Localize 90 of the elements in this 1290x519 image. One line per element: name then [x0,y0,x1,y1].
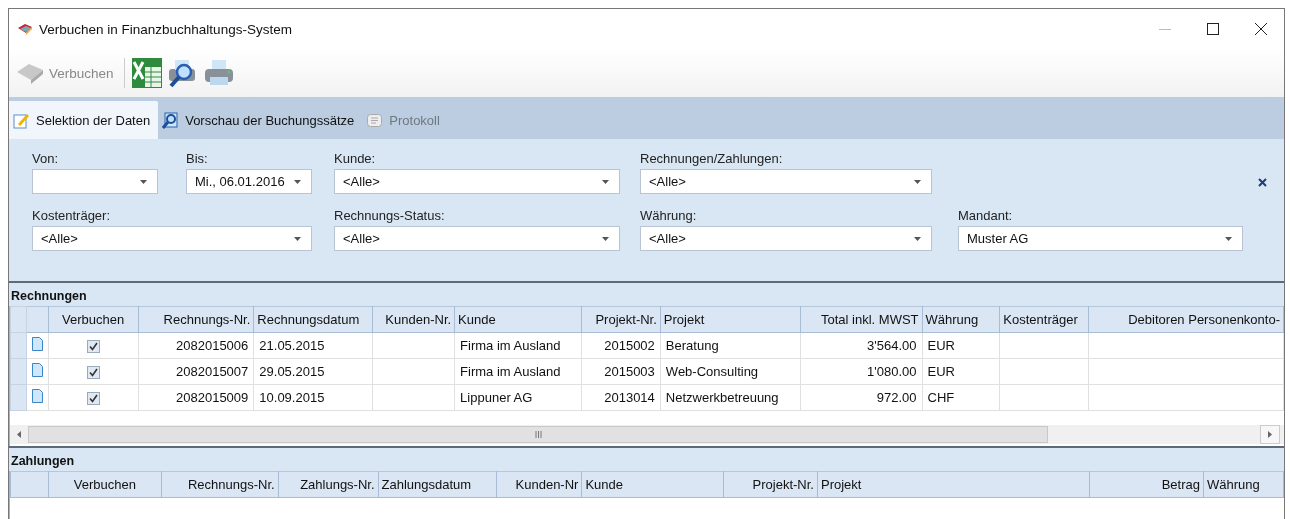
filter-label: Rechnungs-Status: [334,208,446,224]
column-header[interactable]: Total inkl. MWST [800,306,922,333]
preview-icon [162,111,180,129]
table-cell: Lippuner AG [460,390,533,405]
column-header[interactable]: Kunde [581,471,724,498]
column-header[interactable]: Zahlungs-Nr. [278,471,379,498]
filter-label: Mandant: [958,208,1014,224]
column-header[interactable]: Betrag [1089,471,1204,498]
column-header[interactable]: Kunden-Nr [497,471,582,498]
filter-label: Kostenträger: [32,208,112,224]
caret-icon [602,236,609,241]
table-cell: 3'564.00 [867,338,917,353]
column-header[interactable]: Rechnungsdatum [253,306,373,333]
table-cell: 29.05.2015 [259,364,325,379]
column-header[interactable]: Verbuchen [48,306,139,333]
filter-label: Kunde: [334,151,377,167]
dropdown-field[interactable]: <Alle> [32,226,312,251]
table-cell: EUR [927,364,955,379]
column-header[interactable]: Kostenträger [999,306,1089,333]
close-icon [1255,23,1267,35]
close-icon [1257,177,1267,187]
spreadsheet-icon[interactable] [130,57,163,89]
table-cell: 21.05.2015 [259,338,325,353]
filter-label: Währung: [640,208,698,224]
caret-icon [294,179,301,184]
column-header[interactable]: Rechnungs-Nr. [138,306,254,333]
message-icon [366,111,384,129]
checkbox[interactable] [86,392,100,406]
caret-icon [294,236,301,241]
column-header[interactable]: Projekt [660,306,801,333]
table-cell: 2082015007 [176,364,249,379]
table-cell: EUR [927,338,955,353]
column-header[interactable]: Kunde [454,306,582,333]
column-header[interactable]: Verbuchen [48,471,162,498]
document-icon [31,363,43,377]
column-header[interactable]: Projekt [817,471,1090,498]
table-cell: 1'080.00 [867,364,917,379]
column-header[interactable]: Kunden-Nr. [372,306,455,333]
caret-icon [1225,236,1232,241]
dropdown-field[interactable]: Mi., 06.01.2016 [186,169,312,194]
edit-icon [13,111,30,129]
column-header[interactable]: Währung [922,306,1000,333]
table-cell: CHF [927,390,955,405]
filter-label: Rechnungen/Zahlungen: [640,151,784,167]
checkbox[interactable] [86,366,100,380]
caret-icon [914,236,921,241]
filter-label: Von: [32,151,60,167]
table-cell: 972.00 [876,390,917,405]
table-cell: 2013014 [604,390,655,405]
dropdown-field[interactable]: <Alle> [640,169,932,194]
tab[interactable]: Vorschau der Buchungssätze [158,101,363,139]
document-icon [31,337,43,351]
section-title: Rechnungen [10,288,88,305]
tab[interactable]: Selektion der Daten [9,101,159,139]
column-header[interactable]: Projekt-Nr. [723,471,818,498]
column-header[interactable]: Währung [1203,471,1284,498]
column-header[interactable]: Projekt-Nr. [581,306,661,333]
maximize-icon [1207,23,1219,35]
window-title: Verbuchen in Finanzbuchhaltungs-System [39,21,292,37]
app-icon [17,21,33,37]
table-cell: Netzwerkbetreuung [665,390,779,405]
dropdown-field[interactable]: <Alle> [334,226,620,251]
table-cell: 2082015006 [176,338,249,353]
table-cell: 2015002 [604,338,655,353]
table-cell: Web-Consulting [665,364,759,379]
table-cell: Firma im Ausland [460,364,561,379]
table-cell: Beratung [665,338,719,353]
section-title: Zahlungen [10,453,76,470]
scroll-right-icon [1268,431,1272,438]
table-cell: Firma im Ausland [460,338,561,353]
filter-label: Bis: [186,151,209,167]
grip-icon [534,431,542,438]
document-icon [31,389,43,403]
table-cell: 10.09.2015 [259,390,325,405]
column-header[interactable]: Debitoren Personenkonto- [1088,306,1284,333]
scroll-left-icon [17,431,21,438]
dropdown-field[interactable]: <Alle> [640,226,932,251]
column-header[interactable]: Rechnungs-Nr. [161,471,279,498]
checkbox[interactable] [86,340,100,354]
horizontal-scrollbar[interactable] [10,425,1284,444]
table-cell: 2015003 [604,364,655,379]
dropdown-field[interactable] [32,169,158,194]
dropdown-field[interactable]: <Alle> [334,169,620,194]
caret-icon [140,179,147,184]
table-cell: 2082015009 [176,390,249,405]
clear-filter-button[interactable] [1256,176,1268,188]
caret-icon [914,179,921,184]
dropdown-field[interactable]: Muster AG [958,226,1243,251]
caret-icon [602,179,609,184]
column-header[interactable]: Zahlungsdatum [378,471,497,498]
